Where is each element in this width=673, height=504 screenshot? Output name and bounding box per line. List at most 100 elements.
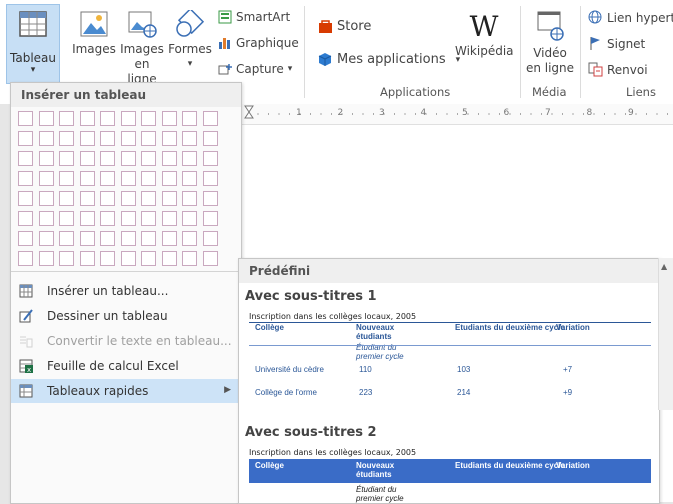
grid-cell[interactable] bbox=[182, 211, 197, 226]
grid-cell[interactable] bbox=[59, 211, 74, 226]
indent-marker-icon[interactable] bbox=[244, 105, 254, 119]
excel-sheet-item[interactable]: x Feuille de calcul Excel bbox=[11, 354, 241, 378]
quick-table-preview-2[interactable]: Inscription dans les collèges locaux, 20… bbox=[239, 445, 659, 503]
grid-cell[interactable] bbox=[79, 211, 95, 226]
shapes-button[interactable]: Formes ▾ bbox=[168, 7, 212, 72]
grid-cell[interactable] bbox=[120, 151, 136, 166]
grid-cell[interactable] bbox=[141, 191, 156, 206]
my-apps-button[interactable]: Mes applications ▾ bbox=[318, 52, 460, 67]
horizontal-ruler[interactable]: 1 2 3 4 5 6 7 8 9 bbox=[240, 104, 673, 125]
grid-cell[interactable] bbox=[141, 111, 156, 126]
grid-cell[interactable] bbox=[59, 231, 74, 246]
grid-cell[interactable] bbox=[18, 191, 33, 206]
grid-cell[interactable] bbox=[59, 191, 74, 206]
grid-cell[interactable] bbox=[100, 171, 115, 186]
screenshot-button[interactable]: Capture ▾ bbox=[218, 62, 292, 76]
grid-cell[interactable] bbox=[182, 191, 197, 206]
grid-cell[interactable] bbox=[79, 111, 95, 126]
grid-cell[interactable] bbox=[120, 211, 136, 226]
grid-cell[interactable] bbox=[59, 151, 74, 166]
tableau-button[interactable]: Tableau ▾ bbox=[6, 4, 60, 84]
grid-cell[interactable] bbox=[59, 251, 74, 266]
grid-cell[interactable] bbox=[79, 231, 95, 246]
hyperlink-button[interactable]: Lien hyperte bbox=[588, 10, 673, 25]
grid-cell[interactable] bbox=[202, 151, 218, 166]
draw-table-item[interactable]: Dessiner un tableau bbox=[11, 304, 241, 328]
grid-cell[interactable] bbox=[141, 251, 156, 266]
grid-cell[interactable] bbox=[18, 231, 33, 246]
grid-cell[interactable] bbox=[202, 231, 218, 246]
gallery-scrollbar[interactable]: ▲ bbox=[658, 258, 673, 410]
chart-button[interactable]: Graphique bbox=[218, 36, 299, 50]
grid-cell[interactable] bbox=[120, 251, 136, 266]
grid-cell[interactable] bbox=[18, 151, 33, 166]
grid-cell[interactable] bbox=[100, 191, 115, 206]
grid-cell[interactable] bbox=[38, 111, 54, 126]
grid-cell[interactable] bbox=[59, 171, 74, 186]
grid-cell[interactable] bbox=[79, 251, 95, 266]
bookmark-button[interactable]: Signet bbox=[588, 36, 645, 51]
grid-cell[interactable] bbox=[100, 231, 115, 246]
grid-cell[interactable] bbox=[161, 191, 177, 206]
grid-cell[interactable] bbox=[100, 131, 115, 146]
grid-cell[interactable] bbox=[120, 111, 136, 126]
grid-cell[interactable] bbox=[182, 231, 197, 246]
table-size-grid[interactable] bbox=[18, 111, 228, 275]
grid-cell[interactable] bbox=[100, 251, 115, 266]
grid-cell[interactable] bbox=[79, 191, 95, 206]
grid-cell[interactable] bbox=[100, 211, 115, 226]
quick-tables-item[interactable]: Tableaux rapides ▶ bbox=[11, 379, 241, 403]
grid-cell[interactable] bbox=[38, 251, 54, 266]
images-button[interactable]: Images bbox=[72, 10, 116, 57]
grid-cell[interactable] bbox=[38, 231, 54, 246]
grid-cell[interactable] bbox=[182, 151, 197, 166]
grid-cell[interactable] bbox=[59, 131, 74, 146]
grid-cell[interactable] bbox=[161, 131, 177, 146]
grid-cell[interactable] bbox=[18, 171, 33, 186]
grid-cell[interactable] bbox=[202, 211, 218, 226]
grid-cell[interactable] bbox=[38, 171, 54, 186]
grid-cell[interactable] bbox=[141, 151, 156, 166]
grid-cell[interactable] bbox=[202, 251, 218, 266]
grid-cell[interactable] bbox=[182, 111, 197, 126]
grid-cell[interactable] bbox=[18, 251, 33, 266]
grid-cell[interactable] bbox=[141, 171, 156, 186]
store-button[interactable]: Store bbox=[318, 19, 371, 34]
grid-cell[interactable] bbox=[182, 171, 197, 186]
grid-cell[interactable] bbox=[79, 151, 95, 166]
wikipedia-button[interactable]: W Wikipédia bbox=[455, 10, 514, 59]
grid-cell[interactable] bbox=[79, 171, 95, 186]
grid-cell[interactable] bbox=[202, 191, 218, 206]
insert-table-item[interactable]: Insérer un tableau... bbox=[11, 279, 241, 303]
grid-cell[interactable] bbox=[161, 211, 177, 226]
grid-cell[interactable] bbox=[18, 131, 33, 146]
grid-cell[interactable] bbox=[161, 231, 177, 246]
grid-cell[interactable] bbox=[59, 111, 74, 126]
grid-cell[interactable] bbox=[120, 171, 136, 186]
grid-cell[interactable] bbox=[18, 211, 33, 226]
grid-cell[interactable] bbox=[141, 131, 156, 146]
grid-cell[interactable] bbox=[141, 231, 156, 246]
online-images-button[interactable]: Images en ligne bbox=[118, 10, 166, 87]
grid-cell[interactable] bbox=[18, 111, 33, 126]
scroll-up-icon[interactable]: ▲ bbox=[661, 262, 667, 271]
quick-table-preview-1[interactable]: Inscription dans les collèges locaux, 20… bbox=[239, 309, 659, 417]
grid-cell[interactable] bbox=[120, 231, 136, 246]
grid-cell[interactable] bbox=[182, 131, 197, 146]
grid-cell[interactable] bbox=[100, 111, 115, 126]
grid-cell[interactable] bbox=[120, 191, 136, 206]
grid-cell[interactable] bbox=[38, 191, 54, 206]
grid-cell[interactable] bbox=[161, 111, 177, 126]
grid-cell[interactable] bbox=[120, 131, 136, 146]
grid-cell[interactable] bbox=[182, 251, 197, 266]
grid-cell[interactable] bbox=[202, 111, 218, 126]
grid-cell[interactable] bbox=[38, 211, 54, 226]
grid-cell[interactable] bbox=[161, 151, 177, 166]
grid-cell[interactable] bbox=[161, 251, 177, 266]
grid-cell[interactable] bbox=[141, 211, 156, 226]
grid-cell[interactable] bbox=[161, 171, 177, 186]
grid-cell[interactable] bbox=[38, 131, 54, 146]
grid-cell[interactable] bbox=[38, 151, 54, 166]
grid-cell[interactable] bbox=[202, 171, 218, 186]
online-video-button[interactable]: Vidéo en ligne bbox=[525, 10, 575, 76]
